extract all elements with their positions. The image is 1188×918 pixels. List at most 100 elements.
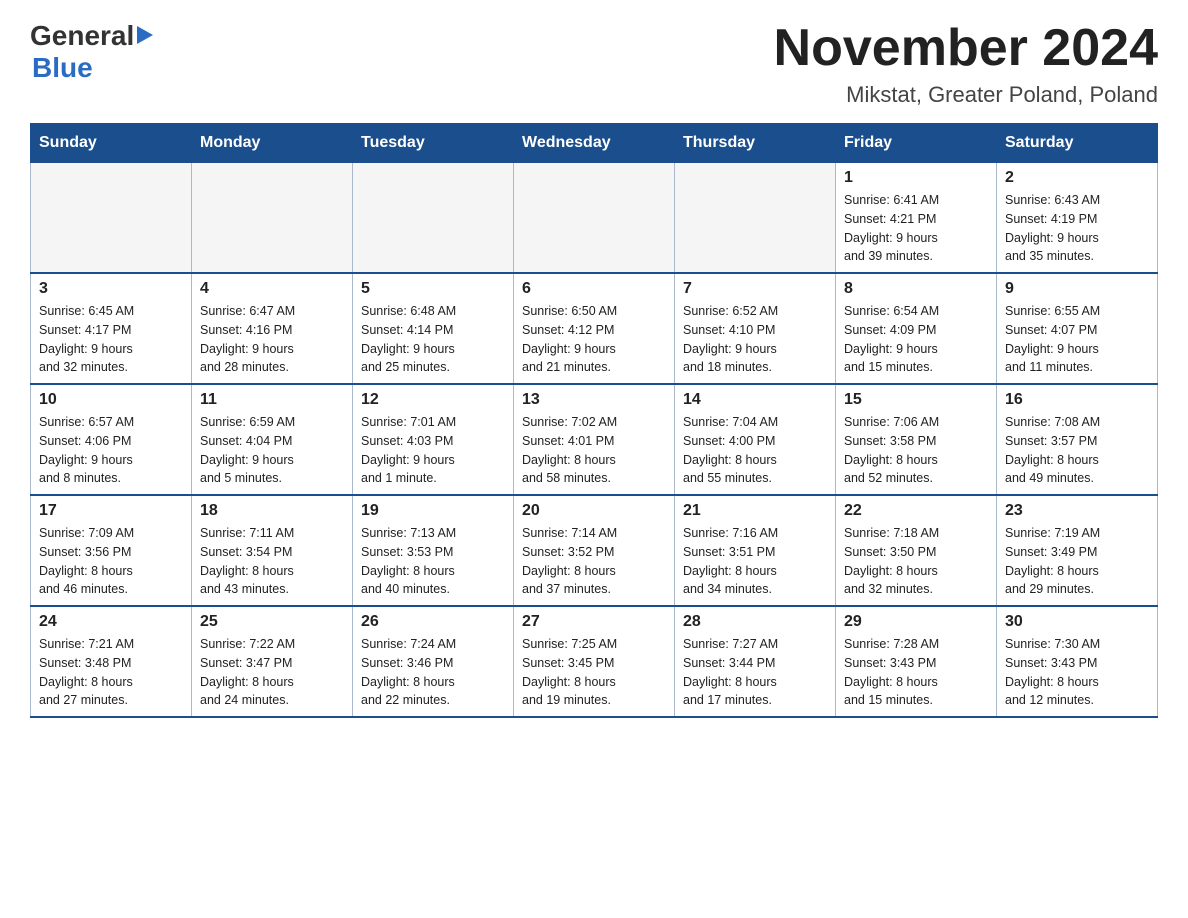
day-info: Sunrise: 7:21 AMSunset: 3:48 PMDaylight:…: [39, 635, 183, 710]
calendar-cell: [675, 163, 836, 274]
weekday-header-tuesday: Tuesday: [353, 124, 514, 163]
calendar-cell: 13 Sunrise: 7:02 AMSunset: 4:01 PMDayligh…: [514, 384, 675, 495]
calendar-cell: 5 Sunrise: 6:48 AMSunset: 4:14 PMDaylight…: [353, 273, 514, 384]
day-number: 25: [200, 613, 344, 631]
page-subtitle: Mikstat, Greater Poland, Poland: [774, 82, 1158, 108]
day-number: 7: [683, 280, 827, 298]
day-info: Sunrise: 6:57 AMSunset: 4:06 PMDaylight:…: [39, 413, 183, 488]
calendar-cell: 3 Sunrise: 6:45 AMSunset: 4:17 PMDaylight…: [31, 273, 192, 384]
calendar-cell: 29 Sunrise: 7:28 AMSunset: 3:43 PMDayligh…: [836, 606, 997, 717]
calendar-header: SundayMondayTuesdayWednesdayThursdayFrid…: [31, 124, 1158, 163]
day-info: Sunrise: 6:52 AMSunset: 4:10 PMDaylight:…: [683, 302, 827, 377]
calendar-cell: [353, 163, 514, 274]
day-number: 11: [200, 391, 344, 409]
weekday-header-wednesday: Wednesday: [514, 124, 675, 163]
day-info: Sunrise: 7:27 AMSunset: 3:44 PMDaylight:…: [683, 635, 827, 710]
day-number: 5: [361, 280, 505, 298]
day-number: 1: [844, 169, 988, 187]
day-info: Sunrise: 7:01 AMSunset: 4:03 PMDaylight:…: [361, 413, 505, 488]
calendar-cell: 11 Sunrise: 6:59 AMSunset: 4:04 PMDayligh…: [192, 384, 353, 495]
day-info: Sunrise: 7:11 AMSunset: 3:54 PMDaylight:…: [200, 524, 344, 599]
day-number: 22: [844, 502, 988, 520]
calendar-cell: 4 Sunrise: 6:47 AMSunset: 4:16 PMDaylight…: [192, 273, 353, 384]
day-number: 16: [1005, 391, 1149, 409]
day-number: 2: [1005, 169, 1149, 187]
day-number: 15: [844, 391, 988, 409]
day-number: 3: [39, 280, 183, 298]
day-info: Sunrise: 7:22 AMSunset: 3:47 PMDaylight:…: [200, 635, 344, 710]
page-title: November 2024: [774, 20, 1158, 77]
calendar-cell: 6 Sunrise: 6:50 AMSunset: 4:12 PMDaylight…: [514, 273, 675, 384]
day-info: Sunrise: 6:59 AMSunset: 4:04 PMDaylight:…: [200, 413, 344, 488]
calendar-cell: 26 Sunrise: 7:24 AMSunset: 3:46 PMDayligh…: [353, 606, 514, 717]
weekday-header-saturday: Saturday: [997, 124, 1158, 163]
calendar-cell: 20 Sunrise: 7:14 AMSunset: 3:52 PMDayligh…: [514, 495, 675, 606]
day-info: Sunrise: 7:02 AMSunset: 4:01 PMDaylight:…: [522, 413, 666, 488]
day-info: Sunrise: 7:28 AMSunset: 3:43 PMDaylight:…: [844, 635, 988, 710]
calendar-cell: 22 Sunrise: 7:18 AMSunset: 3:50 PMDayligh…: [836, 495, 997, 606]
calendar-week-1: 1 Sunrise: 6:41 AMSunset: 4:21 PMDaylight…: [31, 163, 1158, 274]
day-number: 17: [39, 502, 183, 520]
calendar-cell: 27Sunrise: 7:25 AMSunset: 3:45 PMDayligh…: [514, 606, 675, 717]
calendar-cell: 8 Sunrise: 6:54 AMSunset: 4:09 PMDaylight…: [836, 273, 997, 384]
day-info: Sunrise: 7:19 AMSunset: 3:49 PMDaylight:…: [1005, 524, 1149, 599]
calendar-cell: 10 Sunrise: 6:57 AMSunset: 4:06 PMDayligh…: [31, 384, 192, 495]
day-number: 23: [1005, 502, 1149, 520]
day-info: Sunrise: 7:24 AMSunset: 3:46 PMDaylight:…: [361, 635, 505, 710]
day-info: Sunrise: 6:48 AMSunset: 4:14 PMDaylight:…: [361, 302, 505, 377]
calendar-week-5: 24 Sunrise: 7:21 AMSunset: 3:48 PMDayligh…: [31, 606, 1158, 717]
calendar-cell: [192, 163, 353, 274]
calendar-cell: 23 Sunrise: 7:19 AMSunset: 3:49 PMDayligh…: [997, 495, 1158, 606]
calendar-cell: 12Sunrise: 7:01 AMSunset: 4:03 PMDayligh…: [353, 384, 514, 495]
day-number: 26: [361, 613, 505, 631]
calendar-cell: 21Sunrise: 7:16 AMSunset: 3:51 PMDayligh…: [675, 495, 836, 606]
logo-arrow-icon: [137, 26, 153, 44]
day-number: 20: [522, 502, 666, 520]
calendar-week-2: 3 Sunrise: 6:45 AMSunset: 4:17 PMDaylight…: [31, 273, 1158, 384]
day-info: Sunrise: 6:50 AMSunset: 4:12 PMDaylight:…: [522, 302, 666, 377]
day-info: Sunrise: 6:54 AMSunset: 4:09 PMDaylight:…: [844, 302, 988, 377]
day-info: Sunrise: 7:18 AMSunset: 3:50 PMDaylight:…: [844, 524, 988, 599]
calendar-cell: 24 Sunrise: 7:21 AMSunset: 3:48 PMDayligh…: [31, 606, 192, 717]
day-number: 10: [39, 391, 183, 409]
day-number: 29: [844, 613, 988, 631]
calendar-cell: 30Sunrise: 7:30 AMSunset: 3:43 PMDayligh…: [997, 606, 1158, 717]
day-number: 24: [39, 613, 183, 631]
calendar-cell: 9 Sunrise: 6:55 AMSunset: 4:07 PMDaylight…: [997, 273, 1158, 384]
day-info: Sunrise: 7:06 AMSunset: 3:58 PMDaylight:…: [844, 413, 988, 488]
day-info: Sunrise: 6:47 AMSunset: 4:16 PMDaylight:…: [200, 302, 344, 377]
day-info: Sunrise: 7:16 AMSunset: 3:51 PMDaylight:…: [683, 524, 827, 599]
day-info: Sunrise: 6:55 AMSunset: 4:07 PMDaylight:…: [1005, 302, 1149, 377]
calendar-cell: [31, 163, 192, 274]
calendar-cell: 1 Sunrise: 6:41 AMSunset: 4:21 PMDaylight…: [836, 163, 997, 274]
calendar-cell: [514, 163, 675, 274]
calendar-cell: 15 Sunrise: 7:06 AMSunset: 3:58 PMDayligh…: [836, 384, 997, 495]
calendar-week-4: 17Sunrise: 7:09 AMSunset: 3:56 PMDayligh…: [31, 495, 1158, 606]
calendar-body: 1 Sunrise: 6:41 AMSunset: 4:21 PMDaylight…: [31, 163, 1158, 718]
day-info: Sunrise: 7:25 AMSunset: 3:45 PMDaylight:…: [522, 635, 666, 710]
day-number: 6: [522, 280, 666, 298]
day-info: Sunrise: 7:30 AMSunset: 3:43 PMDaylight:…: [1005, 635, 1149, 710]
day-number: 9: [1005, 280, 1149, 298]
calendar-cell: 18Sunrise: 7:11 AMSunset: 3:54 PMDayligh…: [192, 495, 353, 606]
day-number: 4: [200, 280, 344, 298]
day-info: Sunrise: 7:04 AMSunset: 4:00 PMDaylight:…: [683, 413, 827, 488]
title-section: November 2024 Mikstat, Greater Poland, P…: [774, 20, 1158, 108]
weekday-header-friday: Friday: [836, 124, 997, 163]
day-number: 8: [844, 280, 988, 298]
calendar-table: SundayMondayTuesdayWednesdayThursdayFrid…: [30, 123, 1158, 718]
weekday-header-thursday: Thursday: [675, 124, 836, 163]
calendar-cell: 2Sunrise: 6:43 AMSunset: 4:19 PMDaylight…: [997, 163, 1158, 274]
weekday-header-monday: Monday: [192, 124, 353, 163]
day-info: Sunrise: 6:45 AMSunset: 4:17 PMDaylight:…: [39, 302, 183, 377]
day-info: Sunrise: 6:41 AMSunset: 4:21 PMDaylight:…: [844, 191, 988, 266]
calendar-cell: 25 Sunrise: 7:22 AMSunset: 3:47 PMDayligh…: [192, 606, 353, 717]
logo: General Blue: [30, 20, 153, 84]
day-info: Sunrise: 7:14 AMSunset: 3:52 PMDaylight:…: [522, 524, 666, 599]
weekday-header-sunday: Sunday: [31, 124, 192, 163]
day-number: 19: [361, 502, 505, 520]
day-number: 13: [522, 391, 666, 409]
day-number: 28: [683, 613, 827, 631]
calendar-cell: 19Sunrise: 7:13 AMSunset: 3:53 PMDayligh…: [353, 495, 514, 606]
logo-blue: Blue: [32, 52, 153, 84]
